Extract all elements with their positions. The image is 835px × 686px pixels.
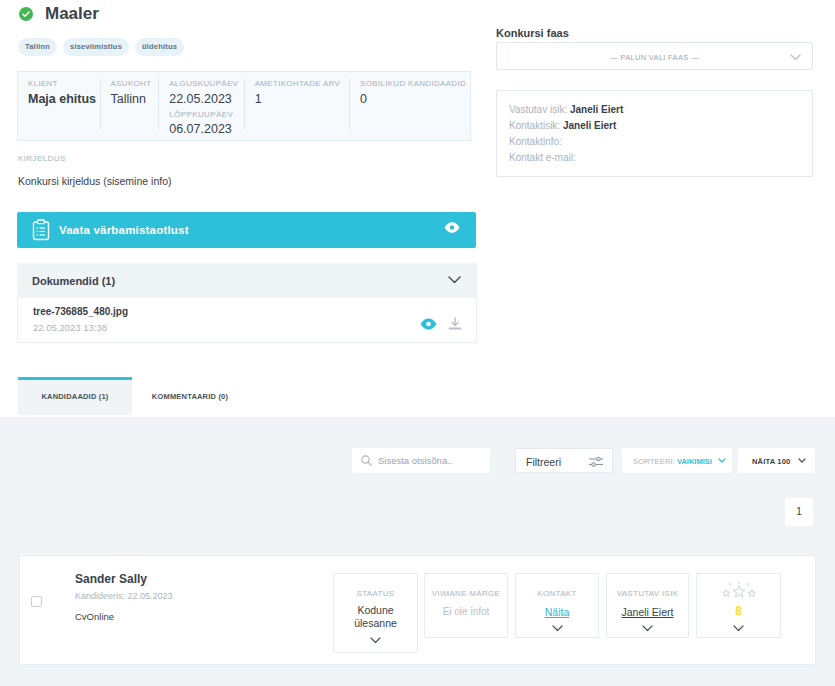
candidate-applied-date: Kandideeris: 22.05.2023 [75, 591, 173, 601]
phase-select[interactable]: — PALUN VALI FAAS — [496, 42, 813, 70]
status-label: STAATUS [334, 589, 417, 598]
tab-kandidaadid[interactable]: KANDIDAADID (1) [18, 377, 132, 415]
lastnote-value: Ei ole infot [425, 606, 507, 617]
rating-value: 8 [697, 604, 780, 618]
chevron-down-icon [448, 276, 461, 284]
download-icon[interactable] [448, 317, 462, 331]
tag-location: Tallinn [18, 38, 57, 56]
lastnote-label: VIIMANE MÄRGE [425, 589, 507, 598]
sort-dropdown[interactable]: SORTEERI: VAIKIMISI [622, 448, 732, 473]
show-count-label: NÄITA 100 [752, 457, 790, 466]
preview-eye-icon[interactable] [420, 318, 437, 330]
document-date: 22.05.2023 13:38 [33, 322, 107, 333]
contact-row-contact-person: Kontaktisik: Janeli Eiert [509, 118, 800, 134]
contact-label: KONTAKT [516, 589, 598, 598]
tag-skill-2: üldehitus [135, 38, 184, 56]
candidate-contact-box[interactable]: KONTAKT Näita [515, 573, 599, 638]
search-box [352, 448, 490, 473]
info-col-client-value: Maja ehitus [28, 92, 97, 106]
info-col-location: ASUKOHT Tallinn [101, 72, 160, 140]
filter-button[interactable]: Filtreeri [515, 448, 613, 473]
chevron-down-icon [552, 625, 563, 632]
document-row: tree-736885_480.jpg 22.05.2023 13:38 [17, 298, 477, 343]
info-col-positions-value: 1 [255, 92, 346, 106]
candidate-owner-box[interactable]: VASTUTAV ISIK Janeli Eiert [606, 573, 689, 638]
info-col-enddate-label: LÕPPKUUPÄEV [169, 110, 241, 119]
info-col-client-label: KLIENT [28, 79, 97, 88]
filter-button-label: Filtreeri [526, 456, 561, 468]
chevron-down-icon [718, 458, 726, 464]
page-title: Maaler [45, 4, 99, 24]
search-icon [361, 455, 372, 466]
candidate-status-box[interactable]: STAATUS Kodune ülesanne [333, 573, 418, 653]
candidate-source: CvOnline [75, 611, 114, 622]
pagination-page-1[interactable]: 1 [785, 498, 813, 526]
info-col-suitable-label: SOBILIKUD KANDIDAADID [360, 79, 466, 88]
show-count-dropdown[interactable]: NÄITA 100 [738, 448, 815, 473]
candidate-lastnote-box: VIIMANE MÄRGE Ei ole infot [424, 573, 508, 638]
sort-value: VAIKIMISI [677, 457, 712, 466]
chevron-down-icon [642, 625, 653, 632]
info-col-startdate-label: ALGUSKUUPÄEV [169, 79, 241, 88]
info-col-enddate-value: 06.07.2023 [169, 122, 241, 136]
info-col-location-label: ASUKOHT [111, 79, 156, 88]
candidate-rating-box[interactable]: 8 [696, 573, 781, 638]
candidate-name[interactable]: Sander Sally [75, 572, 147, 586]
candidate-checkbox[interactable] [31, 596, 42, 607]
chevron-down-icon [733, 625, 744, 632]
contact-info-box: Vastutav isik: Janeli Eiert Kontaktisik:… [496, 90, 813, 177]
view-recruitment-request-label: Vaata värbamistaotlust [59, 224, 189, 236]
info-col-location-value: Tallinn [111, 92, 156, 106]
contact-row-contact-email: Kontakt e-mail: [509, 150, 800, 166]
tag-skill-1: siseviimistlus [63, 38, 129, 56]
info-col-suitable-value: 0 [360, 92, 466, 106]
sort-label: SORTEERI: [633, 457, 675, 466]
clipboard-icon [32, 219, 50, 241]
owner-label: VASTUTAV ISIK [607, 589, 688, 598]
owner-value[interactable]: Janeli Eiert [607, 606, 688, 618]
rating-stars-icon [717, 581, 761, 600]
competition-detail-page: Maaler Tallinn siseviimistlus üldehitus … [0, 0, 835, 686]
sliders-icon [589, 456, 603, 468]
documents-accordion-header[interactable]: Dokumendid (1) [17, 263, 477, 298]
tag-list: Tallinn siseviimistlus üldehitus [18, 38, 184, 56]
info-col-dates: ALGUSKUUPÄEV 22.05.2023 LÕPPKUUPÄEV 06.0… [159, 72, 245, 140]
search-input[interactable] [378, 448, 483, 473]
info-col-startdate-value: 22.05.2023 [169, 92, 241, 106]
documents-header-label: Dokumendid (1) [32, 275, 115, 287]
document-name: tree-736885_480.jpg [33, 306, 128, 317]
view-recruitment-request-button[interactable]: Vaata värbamistaotlust [17, 212, 476, 248]
contact-row-contact-info: Kontaktinfo: [509, 134, 800, 150]
info-col-positions-label: AMETIKOHTADE ARV [255, 79, 346, 88]
chevron-down-icon [370, 637, 381, 644]
status-check-icon [19, 7, 33, 21]
eye-icon [444, 222, 460, 233]
competition-info-table: KLIENT Maja ehitus ASUKOHT Tallinn ALGUS… [17, 71, 471, 141]
contact-show-link[interactable]: Näita [516, 606, 598, 618]
phase-panel-label: Konkursi faas [496, 27, 569, 39]
tab-kommentaarid[interactable]: KOMMENTAARID (0) [132, 377, 248, 415]
info-col-suitable: SOBILIKUD KANDIDAADID 0 [350, 72, 470, 140]
chevron-down-icon [790, 54, 801, 61]
candidate-card: Sander Sally Kandideeris: 22.05.2023 CvO… [19, 555, 816, 665]
status-value: Kodune ülesanne [345, 604, 407, 630]
contact-row-responsible: Vastutav isik: Janeli Eiert [509, 102, 800, 118]
description-text: Konkursi kirjeldus (sisemine info) [18, 175, 171, 187]
phase-select-placeholder: — PALUN VALI FAAS — [497, 53, 812, 62]
info-col-client: KLIENT Maja ehitus [18, 72, 101, 140]
chevron-down-icon [798, 458, 806, 464]
description-label: KIRJELDUS [18, 154, 66, 163]
info-col-positions: AMETIKOHTADE ARV 1 [245, 72, 350, 140]
